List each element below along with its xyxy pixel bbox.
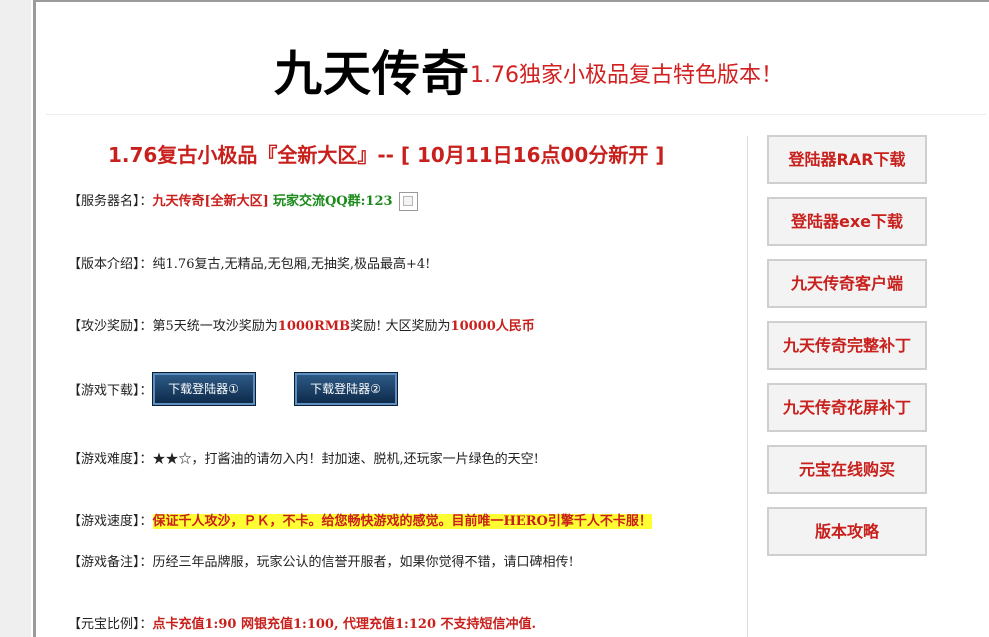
sidebar-item-screen-patch[interactable]: 九天传奇花屏补丁 bbox=[767, 383, 927, 432]
sidebar-item-full-patch[interactable]: 九天传奇完整补丁 bbox=[767, 321, 927, 370]
sidebar-item-rar-download[interactable]: 登陆器RAR下载 bbox=[767, 135, 927, 184]
site-header: 九天传奇 1.76独家小极品复古特色版本！ bbox=[46, 20, 986, 115]
sidebar-item-guide[interactable]: 版本攻略 bbox=[767, 507, 927, 556]
speed-label: 【游戏速度】： bbox=[68, 514, 153, 529]
row-version: 【版本介绍】：纯1.76复古,无精品,无包厢,无抽奖,极品最高+4! bbox=[68, 253, 430, 272]
qq-group: 玩家交流QQ群:123 bbox=[272, 194, 393, 209]
row-speed: 【游戏速度】：保证千人攻沙，ＰＫ，不卡。给您畅快游戏的感觉。目前唯一HERO引擎… bbox=[68, 510, 652, 529]
server-name: 九天传奇[全新大区] bbox=[152, 194, 269, 209]
download-launcher-2-button[interactable]: 下载登陆器② bbox=[294, 373, 397, 405]
column-divider bbox=[747, 136, 748, 637]
siege-text-2: 奖励! 大区奖励为 bbox=[350, 319, 451, 334]
server-label: 【服务器名】： bbox=[68, 194, 153, 209]
row-ratio: 【元宝比例】：点卡充值1:90 网银充值1:100, 代理充值1:120 不支持… bbox=[68, 613, 536, 632]
notes-text: 历经三年品牌服，玩家公认的信誉开服者，如果你觉得不错，请口碑相传! bbox=[152, 555, 574, 570]
version-label: 【版本介绍】： bbox=[68, 257, 153, 272]
siege-label: 【攻沙奖励】： bbox=[68, 319, 153, 334]
left-gutter bbox=[0, 0, 31, 637]
broken-image-icon[interactable] bbox=[398, 192, 418, 211]
version-text: 纯1.76复古,无精品,无包厢,无抽奖,极品最高+4! bbox=[152, 257, 431, 272]
ratio-label: 【元宝比例】： bbox=[68, 617, 153, 632]
notes-label: 【游戏备注】： bbox=[68, 555, 153, 570]
download-launcher-1-button[interactable]: 下载登陆器① bbox=[152, 373, 255, 405]
sidebar: 登陆器RAR下载 登陆器exe下载 九天传奇客户端 九天传奇完整补丁 九天传奇花… bbox=[767, 135, 927, 569]
difficulty-label: 【游戏难度】： bbox=[68, 452, 153, 467]
site-tagline: 1.76独家小极品复古特色版本！ bbox=[470, 63, 783, 88]
sidebar-item-client[interactable]: 九天传奇客户端 bbox=[767, 259, 927, 308]
sidebar-item-buy-ingots[interactable]: 元宝在线购买 bbox=[767, 445, 927, 494]
row-difficulty: 【游戏难度】：★★☆，打酱油的请勿入内！封加速、脱机,还玩家一片绿色的天空! bbox=[68, 448, 539, 467]
row-notes: 【游戏备注】：历经三年品牌服，玩家公认的信誉开服者，如果你觉得不错，请口碑相传! bbox=[68, 551, 574, 570]
siege-value-2: 10000人民币 bbox=[450, 319, 535, 334]
frame-border-left bbox=[33, 0, 36, 637]
speed-text: 保证千人攻沙，ＰＫ，不卡。给您畅快游戏的感觉。目前唯一HERO引擎千人不卡服！ bbox=[152, 514, 652, 529]
siege-value-1: 1000RMB bbox=[277, 319, 351, 334]
site-logo-text: 九天传奇 bbox=[274, 46, 471, 102]
siege-text-1: 第5天统一攻沙奖励为 bbox=[152, 319, 278, 334]
sidebar-item-exe-download[interactable]: 登陆器exe下载 bbox=[767, 197, 927, 246]
difficulty-stars: ★★☆ bbox=[152, 452, 192, 467]
frame-border-top bbox=[33, 0, 989, 2]
row-server: 【服务器名】：九天传奇[全新大区] 玩家交流QQ群:123 bbox=[68, 190, 418, 211]
row-siege: 【攻沙奖励】：第5天统一攻沙奖励为1000RMB奖励! 大区奖励为10000人民… bbox=[68, 315, 535, 334]
main-content: 1.76复古小极品『全新大区』-- [ 10月11日16点00分新开 ] 【服务… bbox=[46, 128, 746, 637]
page-headline: 1.76复古小极品『全新大区』-- [ 10月11日16点00分新开 ] bbox=[108, 143, 665, 167]
download-label: 【游戏下载】： bbox=[68, 383, 153, 399]
difficulty-text: ，打酱油的请勿入内！封加速、脱机,还玩家一片绿色的天空! bbox=[191, 452, 539, 467]
row-download: 【游戏下载】： 下载登陆器① 下载登陆器② bbox=[68, 373, 397, 405]
ratio-text: 点卡充值1:90 网银充值1:100, 代理充值1:120 不支持短信冲值. bbox=[152, 617, 537, 632]
